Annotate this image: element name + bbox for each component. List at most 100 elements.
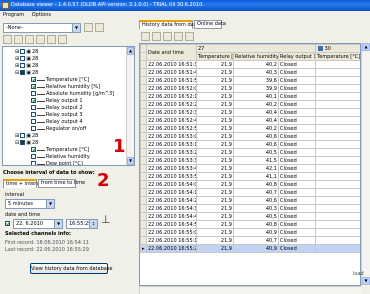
- cell-temperature[interactable]: 21,9: [196, 236, 234, 245]
- cell-relay[interactable]: Closed: [278, 244, 316, 253]
- cell-temperature-2[interactable]: 22,3: [315, 244, 360, 253]
- col-header-relay[interactable]: Relay output 1: [278, 52, 316, 61]
- cell-relay[interactable]: Closed: [278, 228, 316, 237]
- tree-node[interactable]: ⊞ ▣28: [15, 56, 38, 63]
- collapse-icon[interactable]: ⊟: [15, 140, 19, 146]
- table-row[interactable]: 22.06.2010 16:53:4921,942,1Closed22,3: [140, 164, 360, 173]
- scroll-down-icon[interactable]: ▼: [127, 157, 134, 165]
- cell-relay[interactable]: Closed: [278, 68, 316, 77]
- channel-checkbox[interactable]: [20, 133, 26, 138]
- cell-date[interactable]: 22.06.2010 16:55:29: [146, 244, 197, 253]
- table-row[interactable]: 22.06.2010 16:54:0921,940,8Closed22,3: [140, 180, 360, 189]
- table-row[interactable]: 22.06.2010 16:52:2921,940,2Closed22,3: [140, 100, 360, 109]
- chevron-down-icon[interactable]: ▼: [72, 24, 80, 32]
- expand-icon[interactable]: ⊞: [15, 56, 19, 62]
- cell-temperature-2[interactable]: 22,3: [315, 76, 360, 85]
- cell-relay[interactable]: Closed: [278, 204, 316, 213]
- cell-temperature-2[interactable]: 22,3: [315, 100, 360, 109]
- cell-temperature-2[interactable]: 22,3: [315, 108, 360, 117]
- cell-relay[interactable]: Closed: [278, 180, 316, 189]
- cell-date[interactable]: 22.06.2010 16:52:49: [146, 116, 197, 125]
- channel-checkbox[interactable]: [31, 147, 36, 152]
- view-history-button[interactable]: View history data from database: [30, 263, 113, 274]
- cell-temperature[interactable]: 21,9: [196, 228, 234, 237]
- tree-channel[interactable]: Absolute humidity [g/m^3]: [31, 91, 114, 98]
- col-header-temperature[interactable]: Temperature [°C]: [196, 52, 234, 61]
- tree-channel[interactable]: Relay output 2: [31, 105, 83, 112]
- cell-date[interactable]: 22.06.2010 16:55:09: [146, 228, 197, 237]
- cell-relay[interactable]: Closed: [278, 196, 316, 205]
- cell-temperature[interactable]: 21,9: [196, 172, 234, 181]
- channel-checkbox[interactable]: [20, 70, 26, 75]
- pin-icon[interactable]: ⊥: [101, 213, 111, 226]
- check-all-icon[interactable]: [25, 35, 34, 44]
- expand-all-icon[interactable]: [3, 35, 12, 44]
- tree-channel[interactable]: Temperature [°C]: [31, 77, 89, 84]
- cell-humidity[interactable]: 42,1: [233, 164, 279, 173]
- scroll-up-icon[interactable]: ▲: [127, 47, 134, 55]
- table-hscrollbar[interactable]: [139, 286, 361, 294]
- database-icon[interactable]: [84, 23, 93, 32]
- cell-humidity[interactable]: 40,6: [233, 196, 279, 205]
- cell-humidity[interactable]: 40,3: [233, 204, 279, 213]
- group-header-left[interactable]: 27: [196, 44, 316, 53]
- cell-temperature[interactable]: 21,9: [196, 196, 234, 205]
- cell-temperature[interactable]: 21,9: [196, 132, 234, 141]
- cell-temperature[interactable]: 21,9: [196, 60, 234, 69]
- spinner-icon[interactable]: ↕: [89, 220, 97, 228]
- cell-humidity[interactable]: 40,4: [233, 108, 279, 117]
- source-combo[interactable]: -None- ▼: [3, 23, 81, 33]
- table-row[interactable]: 22.06.2010 16:55:0921,940,9Closed22,3: [140, 228, 360, 237]
- cell-temperature[interactable]: 21,9: [196, 124, 234, 133]
- cell-humidity[interactable]: 40,6: [233, 140, 279, 149]
- channel-checkbox[interactable]: [20, 56, 26, 61]
- cell-relay[interactable]: Closed: [278, 140, 316, 149]
- cell-date[interactable]: 22.06.2010 16:54:09: [146, 180, 197, 189]
- cell-relay[interactable]: Closed: [278, 164, 316, 173]
- cell-temperature-2[interactable]: 22,3: [315, 156, 360, 165]
- expand-icon[interactable]: ⊞: [15, 63, 19, 69]
- cell-temperature-2[interactable]: 22,3: [315, 212, 360, 221]
- menu-options[interactable]: Options: [29, 11, 54, 20]
- cell-temperature-2[interactable]: 22,3: [315, 164, 360, 173]
- tree-scrollbar[interactable]: ▲ ▼: [126, 47, 134, 165]
- cell-temperature[interactable]: 21,9: [196, 164, 234, 173]
- cell-humidity[interactable]: 40,3: [233, 68, 279, 77]
- date-enable-checkbox[interactable]: [5, 221, 10, 226]
- cell-date[interactable]: 22.06.2010 16:51:49: [146, 68, 197, 77]
- cell-temperature[interactable]: 21,9: [196, 76, 234, 85]
- chevron-down-icon[interactable]: ▼: [46, 200, 54, 208]
- cell-temperature-2[interactable]: 22,3: [315, 84, 360, 93]
- cell-date[interactable]: 22.06.2010 16:53:49: [146, 164, 197, 173]
- table-row[interactable]: 22.06.2010 16:54:2921,940,6Closed22,3: [140, 196, 360, 205]
- table-row[interactable]: ▸22.06.2010 16:55:2921,940,9Closed22,3: [140, 244, 360, 253]
- cell-relay[interactable]: Closed: [278, 220, 316, 229]
- cell-temperature-2[interactable]: 22,3: [315, 60, 360, 69]
- cell-temperature[interactable]: 21,9: [196, 100, 234, 109]
- col-header-date[interactable]: Date and time: [146, 44, 197, 61]
- cell-temperature[interactable]: 21,9: [196, 156, 234, 165]
- channel-checkbox[interactable]: [31, 126, 36, 131]
- cell-humidity[interactable]: 40,5: [233, 212, 279, 221]
- table-row[interactable]: 22.06.2010 16:52:1921,940,1Closed22,3: [140, 92, 360, 101]
- cell-relay[interactable]: Closed: [278, 156, 316, 165]
- settings-icon[interactable]: [95, 23, 104, 32]
- chart-icon[interactable]: [174, 32, 183, 41]
- copy-icon[interactable]: [185, 32, 194, 41]
- tree-channel[interactable]: Relay output 3: [31, 112, 83, 119]
- cell-humidity[interactable]: 40,8: [233, 220, 279, 229]
- export-icon[interactable]: [163, 32, 172, 41]
- tree-channel[interactable]: Regulator on/off: [31, 126, 86, 133]
- tree-node[interactable]: ⊞ ▣28: [15, 49, 38, 56]
- table-row[interactable]: 22.06.2010 16:53:2921,940,5Closed22,3: [140, 148, 360, 157]
- cell-date[interactable]: 22.06.2010 16:52:59: [146, 124, 197, 133]
- chevron-down-icon[interactable]: ▼: [54, 220, 62, 228]
- cell-temperature-2[interactable]: 22,3: [315, 220, 360, 229]
- cell-temperature-2[interactable]: 22,3: [315, 116, 360, 125]
- cell-humidity[interactable]: 40,8: [233, 180, 279, 189]
- table-row[interactable]: 22.06.2010 16:52:5921,940,2Closed22,3: [140, 124, 360, 133]
- cell-humidity[interactable]: 39,9: [233, 84, 279, 93]
- filter-icon[interactable]: [58, 35, 67, 44]
- cell-temperature-2[interactable]: 22,3: [315, 196, 360, 205]
- time-picker[interactable]: 16:55:29 ↕: [66, 219, 98, 229]
